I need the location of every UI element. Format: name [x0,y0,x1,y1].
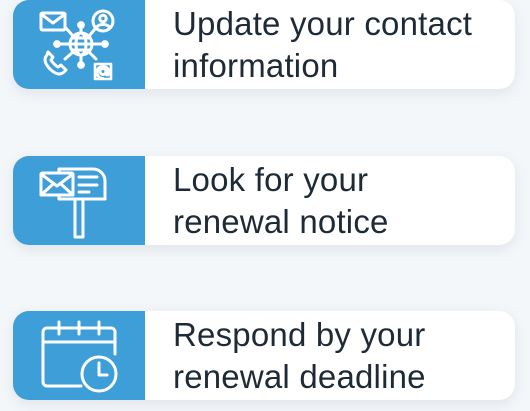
step-card-update-contact: Update your contact information [13,0,515,89]
step-text: Respond by your renewal deadline [173,314,508,398]
step-card-renewal-notice: Look for your renewal notice [13,156,515,245]
step-card-renewal-deadline: Respond by your renewal deadline [13,311,515,400]
mailbox-icon [39,167,107,238]
step-text-line2: information [173,46,339,84]
step-text-line1: Respond by your [173,315,426,353]
step-text-line2: renewal deadline [173,357,426,395]
step-icon-tile [13,156,145,245]
contact-network-icon [39,9,115,80]
step-text-line1: Update your contact [173,4,473,42]
step-text: Look for your renewal notice [173,159,508,243]
calendar-clock-icon [41,320,118,392]
step-icon-tile [13,0,145,89]
step-text-line2: renewal notice [173,202,389,240]
step-text: Update your contact information [173,3,508,87]
step-text-line1: Look for your [173,160,369,198]
step-icon-tile [13,311,145,400]
